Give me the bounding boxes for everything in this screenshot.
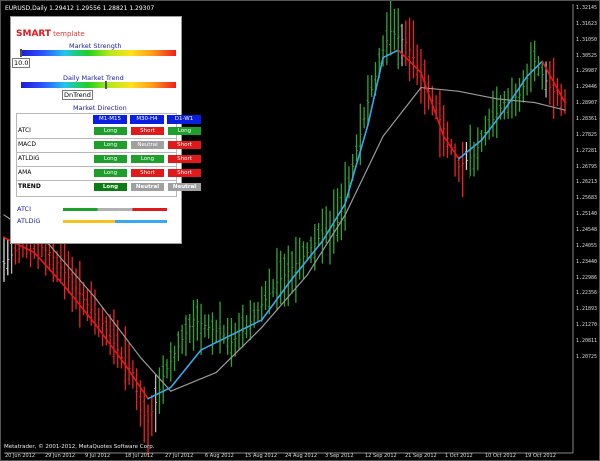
price-tick: 1.30525 (575, 52, 597, 59)
price-tick: 1.27281 (575, 147, 597, 154)
signal-macd-0: Long (94, 141, 127, 149)
row-label-macd: MACD (18, 141, 36, 148)
date-tick: 1 Oct 2012 (445, 453, 473, 459)
daily-trend-label: Daily Market Trend (63, 74, 124, 82)
signal-atldig-2: Short (168, 155, 201, 163)
date-tick: 12 Sep 2012 (365, 453, 397, 459)
price-tick: 1.20725 (575, 353, 597, 360)
price-tick: 1.26213 (575, 179, 597, 186)
signal-atci-0: Long (94, 127, 127, 135)
slow-ma-line (170, 371, 217, 392)
date-tick: 24 Aug 2012 (285, 453, 318, 459)
market-strength-label: Market Strength (69, 42, 122, 50)
table-left-border (16, 113, 17, 196)
market-strength-bar (21, 50, 176, 56)
date-tick: 15 Aug 2012 (245, 453, 278, 459)
signal-ama-1: Short (131, 169, 164, 177)
signal-trend-2: Neutral (168, 183, 201, 191)
table-top-border (16, 113, 176, 114)
signal-atci-2: Long (168, 127, 201, 135)
daily-trend-bar (21, 82, 176, 88)
price-tick: 1.31623 (575, 20, 597, 27)
price-tick: 1.25140 (575, 211, 597, 218)
price-tick: 1.21270 (575, 322, 597, 329)
smart-template-panel[interactable]: SMART template Market Strength 10.0 Daily… (10, 16, 201, 244)
signal-ama-2: Short (168, 169, 201, 177)
price-tick: 1.23440 (575, 258, 597, 265)
signal-atci-1: Short (131, 127, 164, 135)
date-tick: 10 Oct 2012 (485, 453, 516, 459)
price-tick: 1.28907 (575, 100, 597, 107)
row-label-trend: TREND (18, 183, 41, 190)
copyright-text: Metatrader, © 2001-2012, MetaQuotes Soft… (4, 444, 155, 450)
row-label-ama: AMA (18, 169, 32, 176)
price-tick: 1.24055 (575, 242, 597, 249)
date-tick: 21 Sep 2012 (405, 453, 437, 459)
brand-subtitle: template (53, 30, 85, 38)
price-tick: 1.27825 (575, 131, 597, 138)
signal-atldig-0: Long (94, 155, 127, 163)
date-tick: 20 Jun 2012 (5, 453, 36, 459)
price-tick: 1.25683 (575, 195, 597, 202)
legend-label-atldig: ATLDiG (17, 217, 41, 225)
date-tick: 29 Jun 2012 (45, 453, 76, 459)
table-bottom-border (16, 196, 177, 197)
slow-ma-line (382, 86, 422, 137)
market-strength-pointer (20, 49, 22, 57)
price-tick: 1.31050 (575, 36, 597, 43)
price-tick: 1.28361 (575, 115, 597, 122)
price-tick: 1.29987 (575, 68, 597, 75)
table-separator (16, 166, 176, 167)
header-m1-m15: M1-M15 (93, 115, 127, 124)
date-tick: 3 Sep 2012 (325, 453, 354, 459)
signal-macd-1: Neutral (131, 141, 164, 149)
slow-ma-line (344, 135, 384, 216)
signal-trend-1: Neutral (131, 183, 164, 191)
price-tick: 1.22986 (575, 274, 597, 281)
date-tick: 18 Jul 2012 (125, 453, 154, 459)
date-tick: 19 Oct 2012 (525, 453, 556, 459)
price-tick: 1.32145 (575, 5, 597, 11)
legend-label-atci: ATCI (17, 205, 31, 213)
row-label-atci: ATCI (18, 127, 31, 134)
price-tick: 1.29446 (575, 84, 597, 91)
price-tick: 1.21893 (575, 306, 597, 313)
table-separator (16, 138, 176, 139)
panel-title: SMART template (16, 21, 85, 40)
chart-title: EURUSD,Daily 1.29412 1.29556 1.28821 1.2… (5, 5, 155, 12)
daily-trend-value: DnTrend (62, 90, 93, 100)
market-direction-label: Market Direction (73, 104, 127, 112)
date-tick: 27 Jul 2012 (165, 453, 194, 459)
slow-ma-line (458, 90, 498, 100)
price-tick: 1.24548 (575, 226, 597, 233)
header-d1-w1: D1-W1 (167, 115, 201, 124)
price-tick: 1.20811 (575, 337, 597, 344)
table-separator (16, 180, 176, 181)
signal-ama-0: Long (94, 169, 127, 177)
date-tick: 9 Jul 2012 (85, 453, 111, 459)
brand-name: SMART (16, 29, 52, 39)
market-strength-value: 10.0 (12, 58, 31, 68)
date-tick: 6 Aug 2012 (205, 453, 234, 459)
signal-macd-2: Short (168, 141, 201, 149)
signal-atldig-1: Long (131, 155, 164, 163)
header-m30-h4: M30-H4 (130, 115, 164, 124)
table-separator (16, 152, 176, 153)
price-tick: 1.22356 (575, 290, 597, 297)
row-label-atldig: ATLDiG (18, 155, 40, 162)
legend-line-atldig (63, 220, 167, 223)
daily-trend-pointer (105, 81, 108, 89)
signal-trend-0: Long (94, 183, 127, 191)
legend-line-atci (63, 208, 167, 211)
price-tick: 1.26795 (575, 163, 597, 170)
